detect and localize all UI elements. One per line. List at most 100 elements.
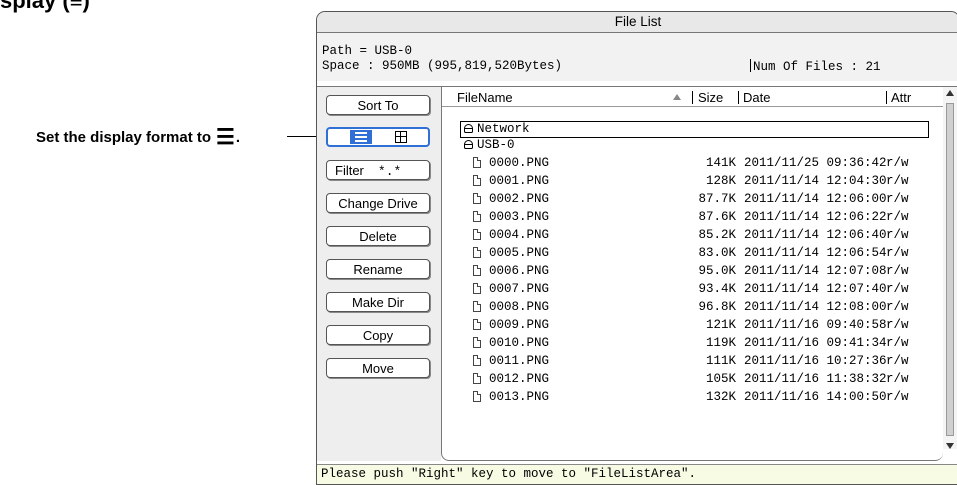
- file-attr: r/w: [886, 336, 909, 350]
- scroll-down-icon[interactable]: [946, 443, 954, 449]
- file-name: 0007.PNG: [489, 282, 550, 296]
- file-date: 2011/11/25 09:36:42: [744, 156, 887, 170]
- file-date: 2011/11/14 12:04:30: [744, 174, 887, 188]
- file-row[interactable]: 0008.PNG 96.8K 2011/11/14 12:08:00 r/w: [442, 299, 942, 316]
- file-name: 0000.PNG: [489, 156, 550, 170]
- file-date: 2011/11/16 09:41:34: [744, 336, 887, 350]
- thumbnail-view-icon[interactable]: [394, 131, 407, 143]
- file-attr: r/w: [886, 354, 909, 368]
- header-divider: [442, 106, 943, 107]
- file-row[interactable]: 0004.PNG 85.2K 2011/11/14 12:06:40 r/w: [442, 227, 942, 244]
- file-name: 0006.PNG: [489, 264, 550, 278]
- file-name: 0012.PNG: [489, 372, 550, 386]
- sort-ascending-icon: [673, 94, 681, 100]
- file-name: 0011.PNG: [489, 354, 550, 368]
- file-row[interactable]: 0010.PNG 119K 2011/11/16 09:41:34 r/w: [442, 335, 942, 352]
- file-icon: [473, 247, 481, 258]
- file-name: 0005.PNG: [489, 246, 550, 260]
- file-size: 83.0K: [698, 246, 736, 260]
- file-list-window: File List Path = USB-0 Space : 950MB (99…: [316, 11, 957, 485]
- network-entry[interactable]: Network: [464, 121, 530, 138]
- file-date: 2011/11/16 14:00:50: [744, 390, 887, 404]
- file-list-area[interactable]: FileName Size Date Attr Network USB-0 00…: [441, 87, 943, 461]
- filter-label: Filter: [335, 163, 364, 178]
- file-attr: r/w: [886, 372, 909, 386]
- file-row[interactable]: 0000.PNG 141K 2011/11/25 09:36:42 r/w: [442, 155, 942, 172]
- file-attr: r/w: [886, 210, 909, 224]
- file-name: 0008.PNG: [489, 300, 550, 314]
- file-row[interactable]: 0006.PNG 95.0K 2011/11/14 12:07:08 r/w: [442, 263, 942, 280]
- move-button[interactable]: Move: [326, 358, 430, 378]
- column-header-size[interactable]: Size: [698, 90, 723, 105]
- file-icon: [473, 283, 481, 294]
- file-name: 0001.PNG: [489, 174, 550, 188]
- file-row[interactable]: 0012.PNG 105K 2011/11/16 11:38:32 r/w: [442, 371, 942, 388]
- column-header-attr[interactable]: Attr: [891, 90, 911, 105]
- file-name: 0004.PNG: [489, 228, 550, 242]
- change-drive-button[interactable]: Change Drive: [326, 193, 430, 213]
- file-date: 2011/11/16 10:27:36: [744, 354, 887, 368]
- sort-to-button[interactable]: Sort To: [326, 95, 430, 115]
- file-attr: r/w: [886, 156, 909, 170]
- page-heading: splay (≡): [0, 0, 90, 13]
- file-row[interactable]: 0013.PNG 132K 2011/11/16 14:00:50 r/w: [442, 389, 942, 406]
- display-format-toggle[interactable]: [326, 127, 430, 147]
- file-name: 0002.PNG: [489, 192, 550, 206]
- network-drive-icon: [464, 124, 473, 133]
- file-row[interactable]: 0011.PNG 111K 2011/11/16 10:27:36 r/w: [442, 353, 942, 370]
- file-date: 2011/11/14 12:06:22: [744, 210, 887, 224]
- divider: [692, 91, 693, 104]
- column-header-date[interactable]: Date: [743, 90, 770, 105]
- divider: [738, 91, 739, 104]
- drive-entry[interactable]: USB-0: [464, 137, 515, 154]
- file-row[interactable]: 0001.PNG 128K 2011/11/14 12:04:30 r/w: [442, 173, 942, 190]
- vertical-scrollbar[interactable]: [943, 87, 957, 449]
- file-row[interactable]: 0005.PNG 83.0K 2011/11/14 12:06:54 r/w: [442, 245, 942, 262]
- file-icon: [473, 337, 481, 348]
- file-size: 105K: [705, 372, 736, 386]
- file-date: 2011/11/14 12:07:40: [744, 282, 887, 296]
- file-size: 132K: [705, 390, 736, 404]
- file-attr: r/w: [886, 282, 909, 296]
- file-size: 95.0K: [698, 264, 736, 278]
- file-row[interactable]: 0009.PNG 121K 2011/11/16 09:40:58 r/w: [442, 317, 942, 334]
- file-name: 0010.PNG: [489, 336, 550, 350]
- file-size: 87.6K: [698, 210, 736, 224]
- file-size: 85.2K: [698, 228, 736, 242]
- rename-button[interactable]: Rename: [326, 259, 430, 279]
- filter-pattern: *.*: [377, 164, 402, 179]
- file-date: 2011/11/14 12:06:00: [744, 192, 887, 206]
- scrollbar-thumb[interactable]: [946, 103, 954, 436]
- make-dir-button[interactable]: Make Dir: [326, 292, 430, 312]
- callout-label: Set the display format to ☰ .: [36, 127, 240, 148]
- file-size: 111K: [705, 354, 736, 368]
- file-date: 2011/11/14 12:08:00: [744, 300, 887, 314]
- scroll-up-icon[interactable]: [946, 90, 954, 96]
- column-header-filename[interactable]: FileName: [457, 90, 513, 105]
- file-icon: [473, 391, 481, 402]
- file-row[interactable]: 0003.PNG 87.6K 2011/11/14 12:06:22 r/w: [442, 209, 942, 226]
- file-row[interactable]: 0002.PNG 87.7K 2011/11/14 12:06:00 r/w: [442, 191, 942, 208]
- file-icon: [473, 175, 481, 186]
- list-view-icon[interactable]: [349, 130, 372, 144]
- file-attr: r/w: [886, 264, 909, 278]
- file-attr: r/w: [886, 246, 909, 260]
- file-size: 87.7K: [698, 192, 736, 206]
- selection-cursor: [460, 121, 929, 138]
- space-label: Space : 950MB (995,819,520Bytes): [322, 59, 563, 73]
- window-title: File List: [317, 12, 957, 33]
- delete-button[interactable]: Delete: [326, 226, 430, 246]
- filter-button[interactable]: Filter *.*: [326, 160, 430, 180]
- file-icon: [473, 373, 481, 384]
- file-date: 2011/11/14 12:07:08: [744, 264, 887, 278]
- file-icon: [473, 211, 481, 222]
- file-row[interactable]: 0007.PNG 93.4K 2011/11/14 12:07:40 r/w: [442, 281, 942, 298]
- file-name: 0009.PNG: [489, 318, 550, 332]
- copy-button[interactable]: Copy: [326, 325, 430, 345]
- list-format-glyph: ☰: [216, 126, 235, 149]
- file-size: 121K: [705, 318, 736, 332]
- file-icon: [473, 301, 481, 312]
- file-size: 93.4K: [698, 282, 736, 296]
- file-date: 2011/11/14 12:06:40: [744, 228, 887, 242]
- file-icon: [473, 193, 481, 204]
